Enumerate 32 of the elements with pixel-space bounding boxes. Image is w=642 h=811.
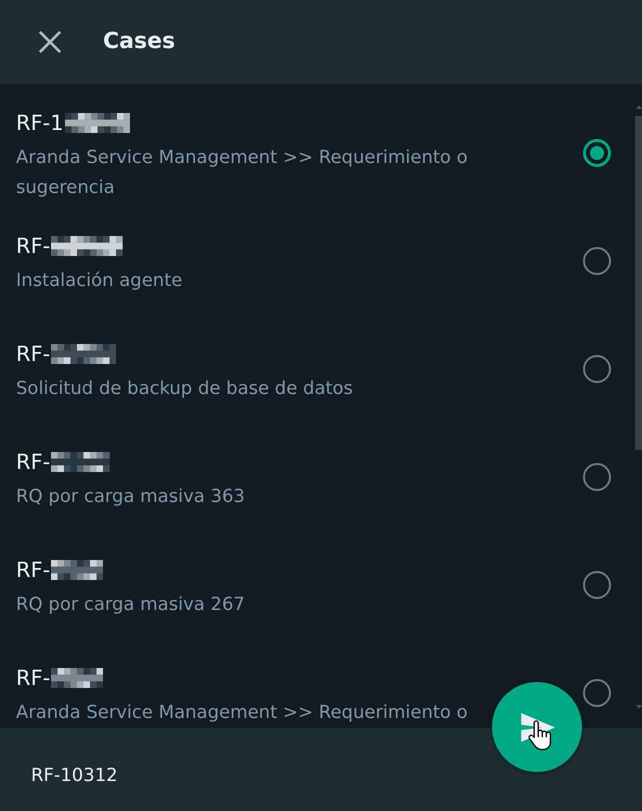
case-id: RF-: [16, 557, 50, 584]
case-id: RF-1: [16, 110, 64, 137]
case-description: Instalación agente: [16, 269, 184, 293]
radio-button[interactable]: [583, 247, 611, 275]
pixel-mosaic-icon: [51, 344, 116, 364]
pixel-mosaic-icon: [64, 113, 130, 133]
case-id: RF-: [16, 233, 50, 260]
case-id: RF-: [16, 341, 50, 368]
close-icon: [39, 31, 61, 53]
case-description: RQ por carga masiva 363: [16, 485, 246, 509]
scrollbar-thumb[interactable]: [635, 116, 642, 450]
pixel-mosaic-icon: [51, 560, 104, 580]
close-button[interactable]: [37, 29, 63, 55]
case-id: RF-: [16, 665, 50, 692]
case-description: RQ por carga masiva 267: [16, 593, 246, 617]
radio-button[interactable]: [583, 463, 611, 491]
radio-button[interactable]: [583, 139, 611, 167]
pixel-mosaic-icon: [51, 236, 123, 256]
selected-case-label: RF-10312: [31, 764, 118, 786]
pixel-mosaic-icon: [51, 452, 110, 472]
radio-button[interactable]: [583, 355, 611, 383]
header-title: Cases: [103, 28, 176, 56]
case-id: RF-: [16, 449, 50, 476]
radio-button[interactable]: [583, 571, 611, 599]
radio-button[interactable]: [583, 679, 611, 707]
scroll-up-arrow-icon[interactable]: [636, 105, 642, 109]
scroll-down-arrow-icon[interactable]: [636, 705, 642, 709]
hand-cursor-icon: [528, 720, 552, 751]
pixel-mosaic-icon: [51, 668, 104, 688]
case-description: Aranda Service Management >> Requerimiento o sugerencia: [16, 146, 469, 200]
case-description: Solicitud de backup de base de datos: [16, 377, 354, 401]
case-description: Aranda Service Management >> Requerimiento o: [16, 701, 469, 725]
